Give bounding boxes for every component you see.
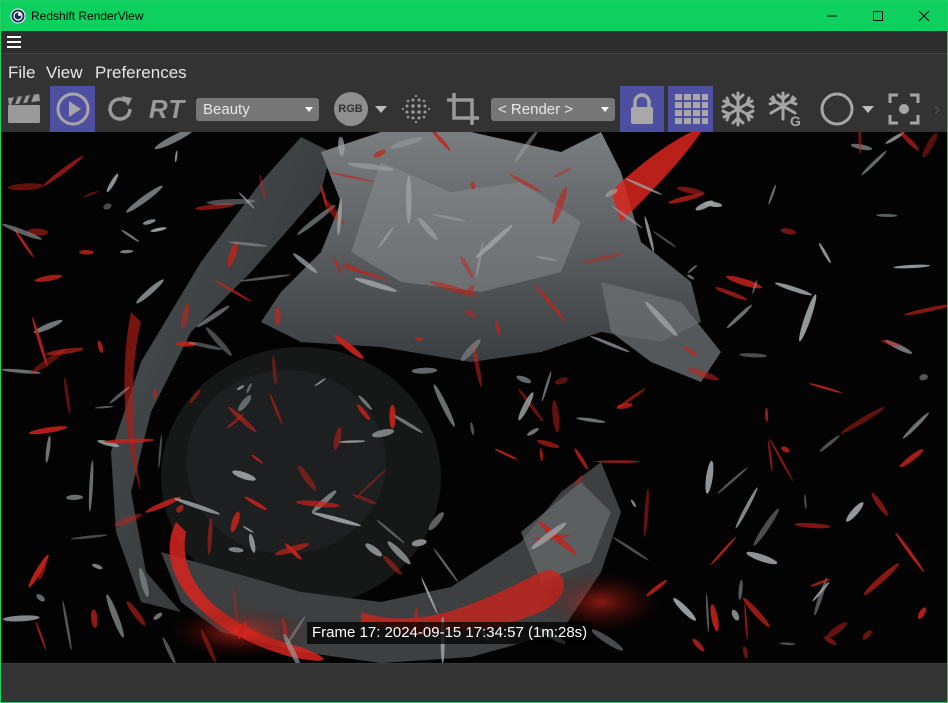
rt-button[interactable]: RT [146, 86, 188, 132]
circle-icon [820, 92, 854, 126]
snowflake-g-button[interactable]: G [765, 86, 807, 132]
render-info-caption: Frame 17: 2024-09-15 17:34:57 (1m:28s) [307, 622, 593, 644]
snapshot-select-value: < Render > [498, 101, 574, 118]
toolbar-overflow-button[interactable]: › [929, 86, 945, 132]
menu-bar: File View Preferences [1, 54, 947, 86]
hamburger-menu-icon[interactable] [7, 36, 21, 48]
lock-icon [631, 93, 653, 124]
play-icon [56, 92, 89, 126]
renderview-window: Redshift RenderView File View Preference… [0, 0, 948, 703]
dots-grid-icon [401, 94, 431, 124]
lock-button[interactable] [620, 86, 664, 132]
crop-icon [447, 93, 479, 125]
render-image [1, 132, 947, 663]
chevron-down-icon [305, 107, 313, 112]
play-button[interactable] [50, 86, 95, 132]
close-icon [918, 10, 930, 22]
focus-target-button[interactable] [885, 86, 923, 132]
clapper-icon [8, 94, 40, 123]
dots-grid-button[interactable] [397, 86, 435, 132]
aov-select[interactable]: Beauty [196, 98, 319, 121]
minimize-button[interactable] [809, 1, 855, 31]
bucket-grid-button[interactable] [668, 86, 713, 132]
window-title: Redshift RenderView [31, 9, 144, 23]
status-bar [1, 663, 947, 702]
menu-view[interactable]: View [46, 63, 83, 83]
g-label: G [790, 113, 801, 127]
menu-file[interactable]: File [8, 63, 35, 83]
clapper-button[interactable] [4, 86, 44, 132]
crop-button[interactable] [443, 86, 483, 132]
refresh-button[interactable] [101, 86, 139, 132]
menu-preferences[interactable]: Preferences [95, 63, 187, 83]
rgb-channel-icon: RGB [333, 92, 368, 126]
rgb-channel-button[interactable]: RGB [329, 86, 391, 132]
snowflake-icon [721, 91, 755, 127]
maximize-button[interactable] [855, 1, 901, 31]
circle-chevron-down-icon [862, 105, 874, 113]
chevron-right-icon: › [934, 98, 940, 119]
snapshot-select[interactable]: < Render > [491, 98, 615, 121]
render-viewport[interactable]: Frame 17: 2024-09-15 17:34:57 (1m:28s) [1, 132, 947, 663]
focus-target-icon [888, 93, 920, 125]
refresh-icon [108, 96, 132, 121]
minimize-icon [827, 15, 837, 17]
maximize-icon [873, 11, 883, 21]
rgb-label: RGB [338, 103, 363, 115]
render-toolbar: RT Beauty RGB < Render > G › [1, 86, 947, 132]
aov-select-value: Beauty [203, 101, 250, 118]
circle-mode-button[interactable] [813, 86, 879, 132]
bucket-grid-icon [674, 94, 708, 124]
snowflake-button[interactable] [717, 86, 759, 132]
snowflake-g-icon: G [768, 91, 801, 127]
rgb-chevron-down-icon [374, 105, 387, 113]
cinema4d-logo-icon [10, 8, 26, 24]
title-bar[interactable]: Redshift RenderView [1, 1, 947, 31]
close-button[interactable] [901, 1, 947, 31]
chevron-down-icon [601, 107, 609, 112]
hamburger-strip [1, 31, 947, 54]
rt-label: RT [148, 93, 186, 124]
